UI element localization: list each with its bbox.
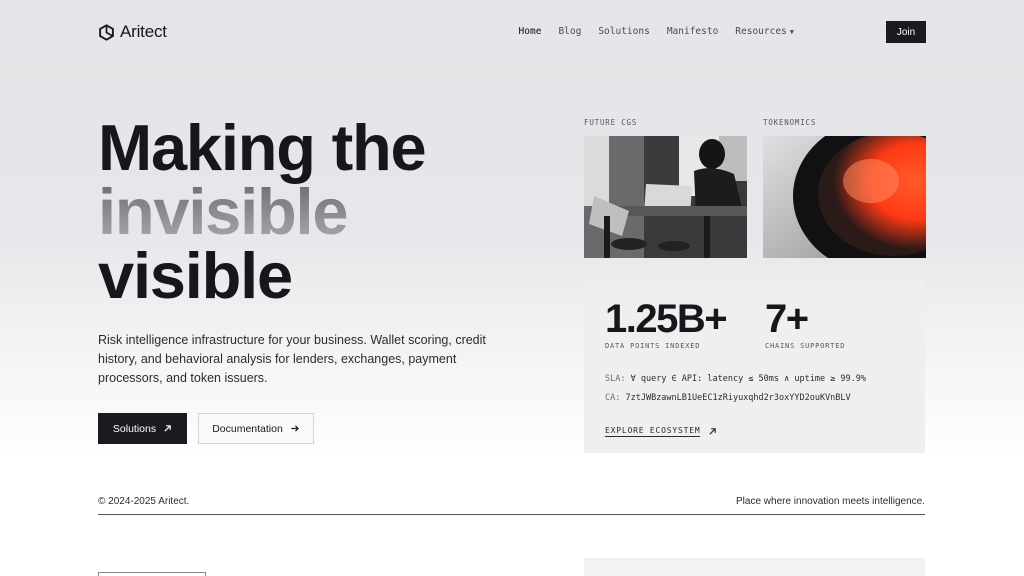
hero-title-line-2: invisible [98, 179, 425, 244]
documentation-button[interactable]: Documentation [198, 413, 314, 444]
nav-manifesto[interactable]: Manifesto [667, 26, 718, 37]
nav-blog[interactable]: Blog [558, 26, 581, 37]
future-cgs-image[interactable] [584, 136, 747, 258]
sla-value: ∀ query ∈ API: latency ≤ 50ms ∧ uptime ≥… [630, 374, 867, 384]
copyright-text: © 2024-2025 Aritect. [98, 496, 190, 507]
tokenomics-image[interactable] [763, 136, 926, 258]
contract-address-line: CA: 7ztJWBzawnLB1UeEC1zRiyuxqhd2r3oxYYD2… [605, 393, 851, 403]
explore-ecosystem-link[interactable]: EXPLORE ECOSYSTEM [605, 426, 717, 437]
nav-home[interactable]: Home [519, 26, 542, 37]
future-cgs-label: FUTURE CGS [584, 118, 638, 127]
data-points-label: DATA POINTS INDEXED [605, 342, 701, 350]
documentation-button-label: Documentation [212, 422, 283, 435]
arrow-up-right-icon [709, 428, 717, 435]
nav-resources[interactable]: Resources ▼ [735, 26, 794, 37]
stats-panel: 1.25B+ DATA POINTS INDEXED 7+ CHAINS SUP… [584, 279, 925, 453]
hero-title-line-1: Making the [98, 111, 427, 184]
nav-resources-label: Resources [735, 26, 787, 37]
ca-value[interactable]: 7ztJWBzawnLB1UeEC1zRiyuxqhd2r3oxYYD2ouKV… [625, 393, 850, 403]
explore-ecosystem-label: EXPLORE ECOSYSTEM [605, 426, 701, 437]
office-photo-illustration [584, 136, 747, 258]
chains-label: CHAINS SUPPORTED [765, 342, 846, 350]
brand-logo[interactable]: Aritect [98, 22, 167, 42]
hero-subtitle: Risk intelligence infrastructure for you… [98, 333, 486, 385]
arrow-right-icon [291, 425, 299, 432]
nav-solutions[interactable]: Solutions [598, 26, 649, 37]
ca-key: CA: [605, 393, 621, 403]
solutions-button-label: Solutions [112, 422, 157, 435]
arrow-up-right-icon [164, 425, 171, 432]
hero-title: Making the invisible visible [98, 111, 427, 312]
tagline-text: Place where innovation meets intelligenc… [736, 496, 925, 507]
tokenomics-abstract-illustration [763, 136, 926, 258]
hexagon-logo-icon [99, 23, 114, 41]
chains-value: 7+ [765, 297, 809, 341]
sla-line: SLA: ∀ query ∈ API: latency ≤ 50ms ∧ upt… [605, 374, 866, 384]
brand-name: Aritect [120, 22, 167, 41]
tokenomics-label: TOKENOMICS [763, 118, 817, 127]
main-nav: Home Blog Solutions Manifesto Resources ▼ [519, 26, 794, 37]
sla-key: SLA: [605, 374, 626, 384]
hero-title-line-3: visible [98, 239, 293, 312]
chevron-down-icon: ▼ [789, 28, 794, 36]
next-section-bracket [98, 572, 206, 576]
data-points-value: 1.25B+ [605, 297, 728, 341]
join-button[interactable]: Join [886, 21, 926, 43]
next-section-panel [584, 558, 925, 576]
solutions-button[interactable]: Solutions [98, 413, 187, 444]
footer-divider [98, 514, 925, 515]
